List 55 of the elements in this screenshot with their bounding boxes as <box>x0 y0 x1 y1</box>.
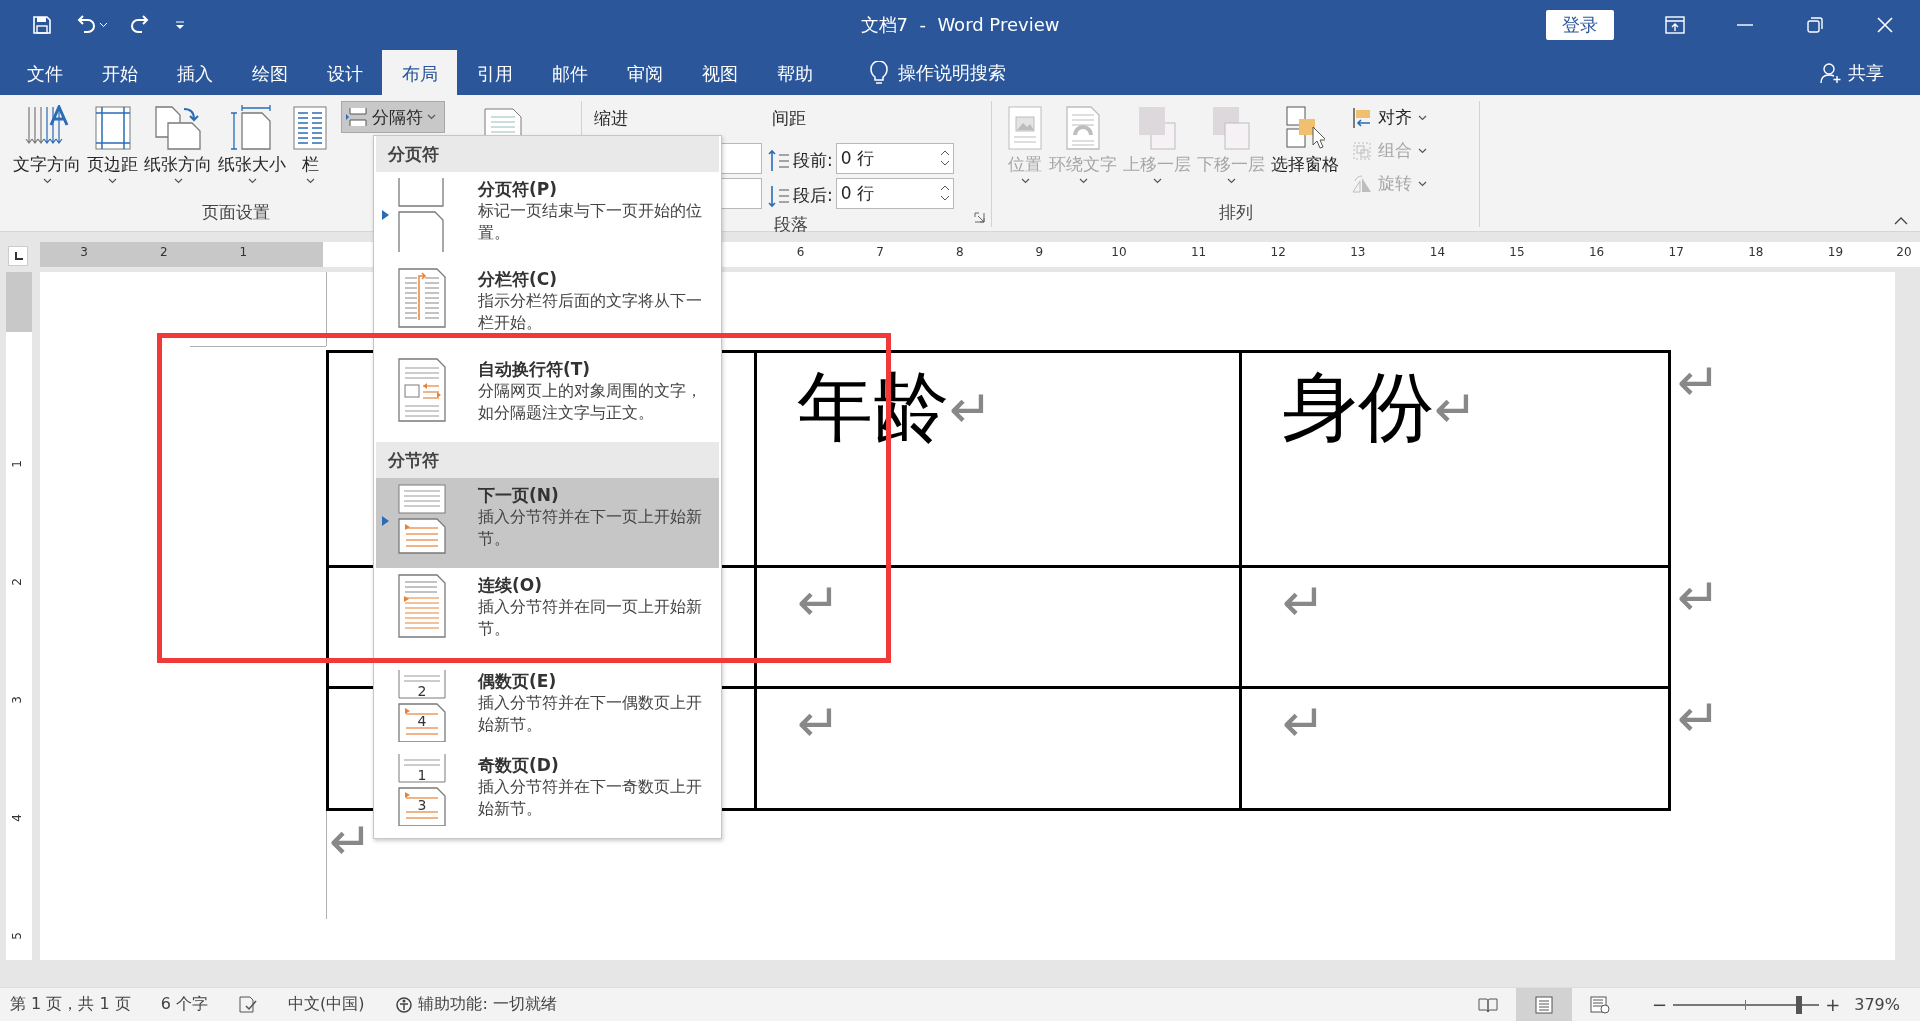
menu-item-description: 标记一页结束与下一页开始的位置。 <box>478 200 703 244</box>
paragraph-mark: ↵ <box>329 811 373 873</box>
menu-item-title: 下一页(N) <box>478 484 560 506</box>
ruler-number: 13 <box>1350 245 1366 259</box>
end-of-row-mark: ↵ <box>1669 351 1723 567</box>
group-label: 段落 <box>773 213 808 236</box>
spacing-label: 间距 <box>772 107 807 130</box>
ruler-number: 7 <box>876 245 884 259</box>
ruler-number: 3 <box>80 245 88 259</box>
ruler-number: 1 <box>239 245 248 259</box>
ruler-number: 4 <box>9 814 24 822</box>
ruler-number: 2 <box>9 578 24 586</box>
table-cell-text: ↵ <box>1281 692 1327 753</box>
ruler-number: 3 <box>9 696 24 704</box>
menu-item-title: 自动换行符(T) <box>478 358 592 380</box>
menu-item-description: 分隔网页上的对象周围的文字，如分隔题注文字与正文。 <box>478 380 703 424</box>
group-label: 页面设置 <box>201 201 270 224</box>
menu-item-title: 连续(O) <box>478 574 543 596</box>
menu-item-description: 插入分节符并在下一偶数页上开始新节。 <box>478 692 703 736</box>
ruler-number: 15 <box>1509 245 1525 259</box>
table-cell-text: ↵ <box>1281 571 1327 632</box>
menu-item-description: 指示分栏符后面的文字将从下一栏开始。 <box>478 290 703 334</box>
end-of-row-mark: ↵ <box>1669 566 1723 688</box>
menu-section-header: 分节符 <box>376 442 719 478</box>
ruler-number: 11 <box>1190 245 1207 259</box>
table-cell-text: ↵ <box>796 571 842 632</box>
ruler-number: 1 <box>9 460 24 468</box>
indent-label: 缩进 <box>594 107 629 130</box>
ruler-number: 19 <box>1827 245 1844 259</box>
menu-item-description: 插入分节符并在下一奇数页上开始新节。 <box>478 776 703 820</box>
menu-item-title: 奇数页(D) <box>478 754 560 776</box>
spacing-field-label: 段后: <box>793 184 833 207</box>
menu-item-title: 偶数页(E) <box>478 670 558 692</box>
menu-item-description: 插入分节符并在同一页上开始新节。 <box>478 596 703 640</box>
menu-section-header: 分页符 <box>376 136 719 172</box>
table-cell-text: ↵ <box>796 692 842 753</box>
menu-item-description: 插入分节符并在下一页上开始新节。 <box>478 506 703 550</box>
ruler-number: 20 <box>1896 245 1912 259</box>
window-title: 文档7 - Word Preview <box>860 13 1060 37</box>
menu-item-title: 分页符(P) <box>478 178 558 200</box>
ruler-number: 17 <box>1668 245 1684 259</box>
end-of-row-mark: ↵ <box>1669 687 1723 810</box>
ruler-number: 14 <box>1429 245 1446 259</box>
ruler-number: 10 <box>1111 245 1127 259</box>
ruler-number: 8 <box>956 245 964 259</box>
ruler-number: 5 <box>9 932 24 940</box>
group-label: 排列 <box>1218 201 1253 224</box>
ruler-number: 16 <box>1588 245 1605 259</box>
spacing-field-label: 段前: <box>793 149 833 172</box>
ruler-number: 6 <box>796 245 805 259</box>
table-cell-text: 身份↵ <box>1281 361 1479 453</box>
ruler-number: 12 <box>1270 245 1286 259</box>
ruler-number: 9 <box>1035 245 1044 259</box>
ruler-number: 18 <box>1748 245 1764 259</box>
ruler-number: 2 <box>160 245 168 259</box>
